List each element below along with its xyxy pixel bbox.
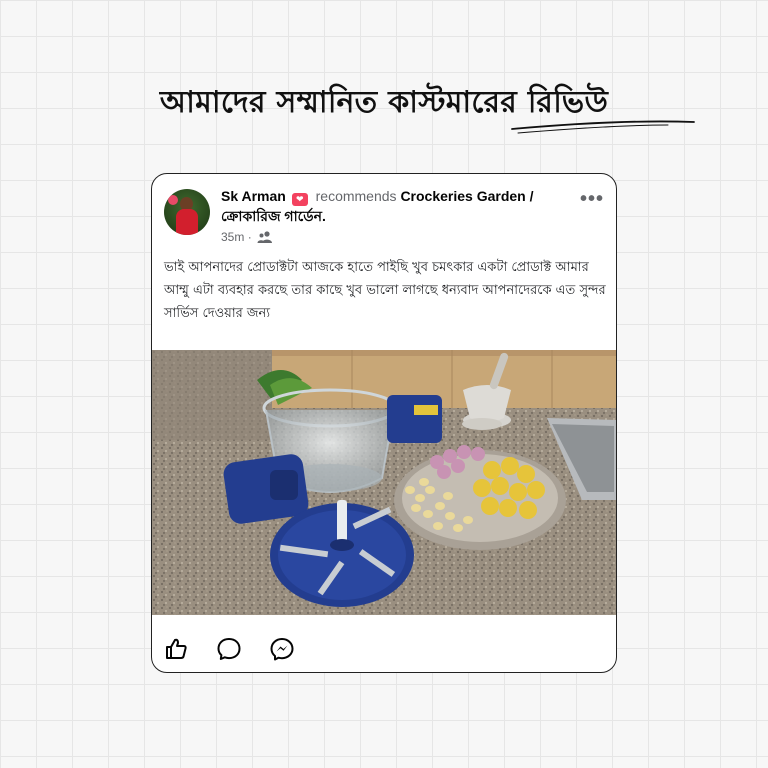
avatar-flower [168,195,178,205]
page-name-suffix: . [321,208,326,224]
facebook-post-card: Sk Arman ❤ recommends Crockeries Garden … [151,173,617,673]
like-icon[interactable] [162,635,190,663]
action-text: recommends [315,188,397,204]
post-header: Sk Arman ❤ recommends Crockeries Garden … [221,186,571,226]
post-time[interactable]: 35m [221,230,244,244]
comment-icon[interactable] [215,635,243,663]
author-avatar[interactable] [164,189,210,235]
avatar-shirt [176,209,198,235]
post-actions [152,629,616,669]
recommend-icon: ❤ [291,193,308,206]
meta-dot: · [247,230,252,244]
post-body: ভাই আপনাদের প্রোডাক্টটা আজকে হাতে পাইছি … [164,260,606,321]
messenger-icon[interactable] [268,635,296,663]
more-options-button[interactable]: ••• [580,188,604,211]
post-meta: 35m · [221,230,273,244]
product-photo[interactable] [152,350,617,615]
author-name[interactable]: Sk Arman [221,188,286,204]
friends-icon [257,231,273,243]
headline-underline [511,120,695,134]
